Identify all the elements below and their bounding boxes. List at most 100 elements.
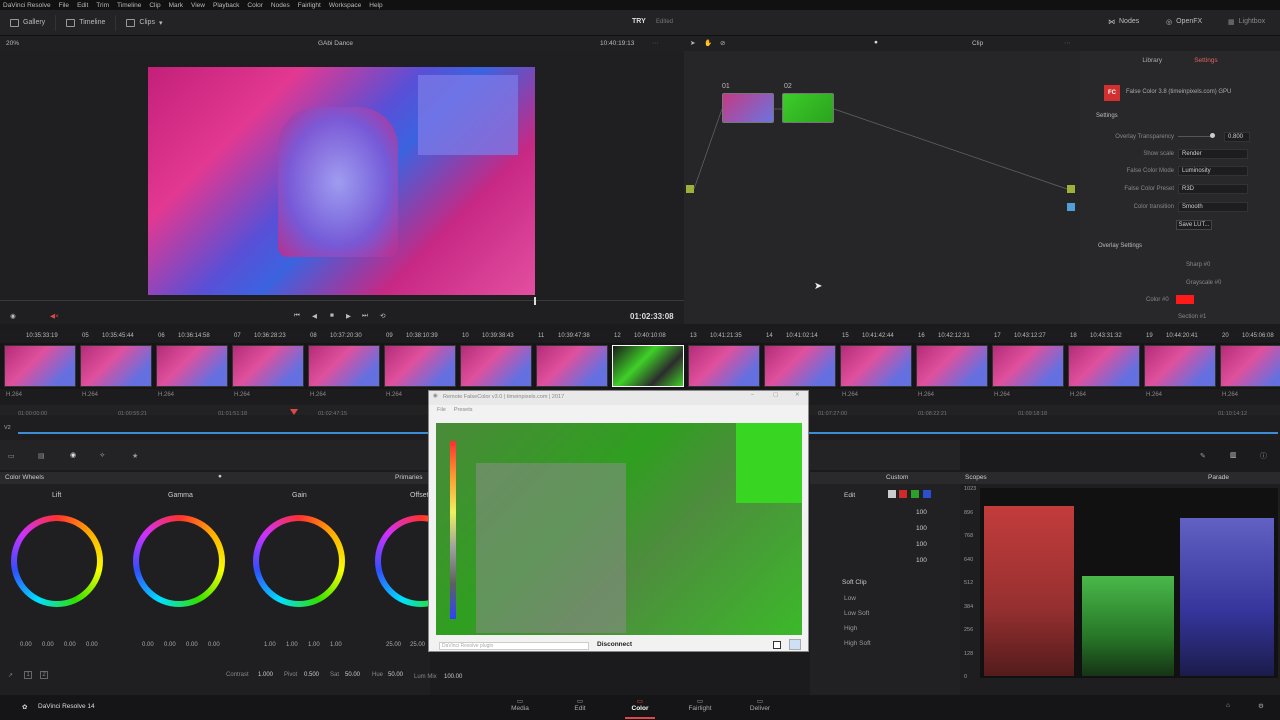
gallery-button[interactable]: Gallery bbox=[0, 10, 55, 35]
playhead[interactable] bbox=[534, 297, 536, 305]
plugin-checkbox-white[interactable] bbox=[773, 641, 781, 649]
zoom-level[interactable]: 20% bbox=[6, 40, 19, 47]
scope-icon[interactable]: ▥ bbox=[1230, 451, 1237, 459]
clip-thumbnail[interactable] bbox=[232, 345, 304, 387]
clip-name[interactable]: GAbi Dance bbox=[318, 40, 353, 47]
page-1[interactable]: 1 bbox=[24, 671, 32, 679]
menu-item[interactable]: DaVinci Resolve bbox=[3, 2, 51, 9]
viewer-icon[interactable]: ▭ bbox=[8, 452, 15, 460]
loop-icon[interactable]: ◉ bbox=[10, 312, 16, 320]
skip-start-icon[interactable]: ⏮ bbox=[294, 312, 300, 320]
false-color-mode-select[interactable]: Luminosity bbox=[1178, 166, 1248, 176]
timeline-button[interactable]: Timeline bbox=[56, 10, 115, 35]
menu-item[interactable]: Clip bbox=[149, 2, 160, 9]
custom-mode[interactable]: Custom bbox=[886, 474, 908, 481]
zoom-icon[interactable]: ⊘ bbox=[720, 39, 725, 47]
stop-icon[interactable]: ■ bbox=[330, 312, 334, 319]
menu-item[interactable]: Edit bbox=[77, 2, 88, 9]
color0-swatch[interactable] bbox=[1176, 295, 1194, 304]
reverse-icon[interactable]: ◀ bbox=[312, 312, 317, 320]
menu-item[interactable]: Nodes bbox=[271, 2, 290, 9]
overlay-transparency-value[interactable]: 0.800 bbox=[1224, 132, 1250, 142]
clip-thumbnail[interactable] bbox=[80, 345, 152, 387]
section1-label[interactable]: Section #1 bbox=[1178, 314, 1206, 320]
edit-value-b[interactable]: 100 bbox=[916, 557, 927, 564]
hue-value[interactable]: 50.00 bbox=[388, 672, 403, 678]
lift-wheel[interactable] bbox=[11, 515, 103, 607]
gamma-g[interactable]: 0.00 bbox=[186, 642, 198, 648]
clip-thumbnail[interactable] bbox=[1144, 345, 1216, 387]
lift-b[interactable]: 0.00 bbox=[86, 642, 98, 648]
clip-thumbnail[interactable] bbox=[612, 345, 684, 387]
lightbox-button[interactable]: ▦ Lightbox bbox=[1228, 18, 1265, 26]
lift-y[interactable]: 0.00 bbox=[20, 642, 32, 648]
pencil-icon[interactable]: ✎ bbox=[1200, 452, 1206, 460]
home-icon[interactable]: ⌂ bbox=[1226, 702, 1230, 709]
plugin-input[interactable]: DaVinci Resolve plugin bbox=[439, 642, 589, 650]
gain-y[interactable]: 1.00 bbox=[264, 642, 276, 648]
gain-b[interactable]: 1.00 bbox=[330, 642, 342, 648]
grayscale-checkbox[interactable]: Grayscale #0 bbox=[1186, 280, 1221, 286]
clip-thumbnail[interactable] bbox=[992, 345, 1064, 387]
gamma-b[interactable]: 0.00 bbox=[208, 642, 220, 648]
sat-value[interactable]: 50.00 bbox=[345, 672, 360, 678]
color-transition-select[interactable]: Smooth bbox=[1178, 202, 1248, 212]
audio-mute-icon[interactable]: ◀× bbox=[50, 312, 59, 320]
gain-g[interactable]: 1.00 bbox=[308, 642, 320, 648]
gamma-r[interactable]: 0.00 bbox=[164, 642, 176, 648]
section-settings[interactable]: Settings bbox=[1096, 113, 1118, 119]
play-icon[interactable]: ▶ bbox=[346, 312, 351, 320]
page-tab-fairlight[interactable]: ▭ Fairlight bbox=[685, 697, 715, 719]
clip-thumbnail[interactable] bbox=[384, 345, 456, 387]
section-overlay-settings[interactable]: Overlay Settings bbox=[1098, 243, 1142, 249]
lift-g[interactable]: 0.00 bbox=[64, 642, 76, 648]
repeat-icon[interactable]: ⟲ bbox=[380, 312, 385, 320]
page-tab-color[interactable]: ▭ Color bbox=[625, 697, 655, 719]
close-icon[interactable]: ✕ bbox=[795, 392, 800, 398]
clip-thumbnail[interactable] bbox=[308, 345, 380, 387]
sharp-checkbox[interactable]: Sharp #0 bbox=[1186, 262, 1210, 268]
clip-thumbnail[interactable] bbox=[916, 345, 988, 387]
tab-settings[interactable]: Settings bbox=[1194, 57, 1218, 71]
openfx-button[interactable]: ◎ OpenFX bbox=[1166, 18, 1202, 26]
plugin-menu-file[interactable]: File bbox=[437, 407, 446, 413]
gain-r[interactable]: 1.00 bbox=[286, 642, 298, 648]
scopes-mode[interactable]: Parade bbox=[1208, 474, 1229, 481]
menu-item[interactable]: Color bbox=[247, 2, 263, 9]
hand-icon[interactable]: ✋ bbox=[704, 39, 712, 47]
lum-mix-value[interactable]: 100.00 bbox=[444, 674, 462, 680]
settings-icon[interactable]: ⚙ bbox=[1258, 702, 1264, 710]
gamma-y[interactable]: 0.00 bbox=[142, 642, 154, 648]
plugin-menu-presets[interactable]: Presets bbox=[454, 407, 473, 413]
clips-button[interactable]: Clips ▾ bbox=[116, 10, 172, 35]
channel-b[interactable] bbox=[923, 490, 931, 498]
edit-value-g[interactable]: 100 bbox=[916, 541, 927, 548]
nodes-button[interactable]: ⋈ Nodes bbox=[1108, 18, 1139, 26]
menu-item[interactable]: Timeline bbox=[117, 2, 141, 9]
plugin-checkbox-blue[interactable] bbox=[789, 639, 801, 650]
clip-thumbnail[interactable] bbox=[4, 345, 76, 387]
offset-y[interactable]: 25.00 bbox=[386, 642, 401, 648]
page-tab-media[interactable]: ▭ Media bbox=[505, 697, 535, 719]
menu-item[interactable]: Mark bbox=[169, 2, 183, 9]
tracker-icon[interactable]: ★ bbox=[132, 452, 138, 460]
menu-item[interactable]: Fairlight bbox=[298, 2, 321, 9]
minimize-icon[interactable]: – bbox=[751, 392, 754, 398]
menu-item[interactable]: Trim bbox=[96, 2, 109, 9]
overlay-transparency-slider[interactable] bbox=[1210, 133, 1215, 138]
channel-r[interactable] bbox=[899, 490, 907, 498]
edit-value-y[interactable]: 100 bbox=[916, 509, 927, 516]
menu-item[interactable]: View bbox=[191, 2, 205, 9]
clip-thumbnail[interactable] bbox=[1068, 345, 1140, 387]
viewer-image[interactable] bbox=[148, 67, 535, 295]
menu-item[interactable]: Workspace bbox=[329, 2, 361, 9]
node-editor[interactable]: 01 02 ➤ bbox=[684, 51, 1080, 324]
menu-item[interactable]: Help bbox=[369, 2, 382, 9]
clip-thumbnail[interactable] bbox=[840, 345, 912, 387]
page-tab-deliver[interactable]: ▭ Deliver bbox=[745, 697, 775, 719]
menu-item[interactable]: Playback bbox=[213, 2, 239, 9]
clip-thumbnail[interactable] bbox=[536, 345, 608, 387]
wheels-icon[interactable]: ◉ bbox=[70, 451, 76, 459]
false-color-preset-select[interactable]: R3D bbox=[1178, 184, 1248, 194]
skip-end-icon[interactable]: ⏭ bbox=[362, 312, 368, 320]
